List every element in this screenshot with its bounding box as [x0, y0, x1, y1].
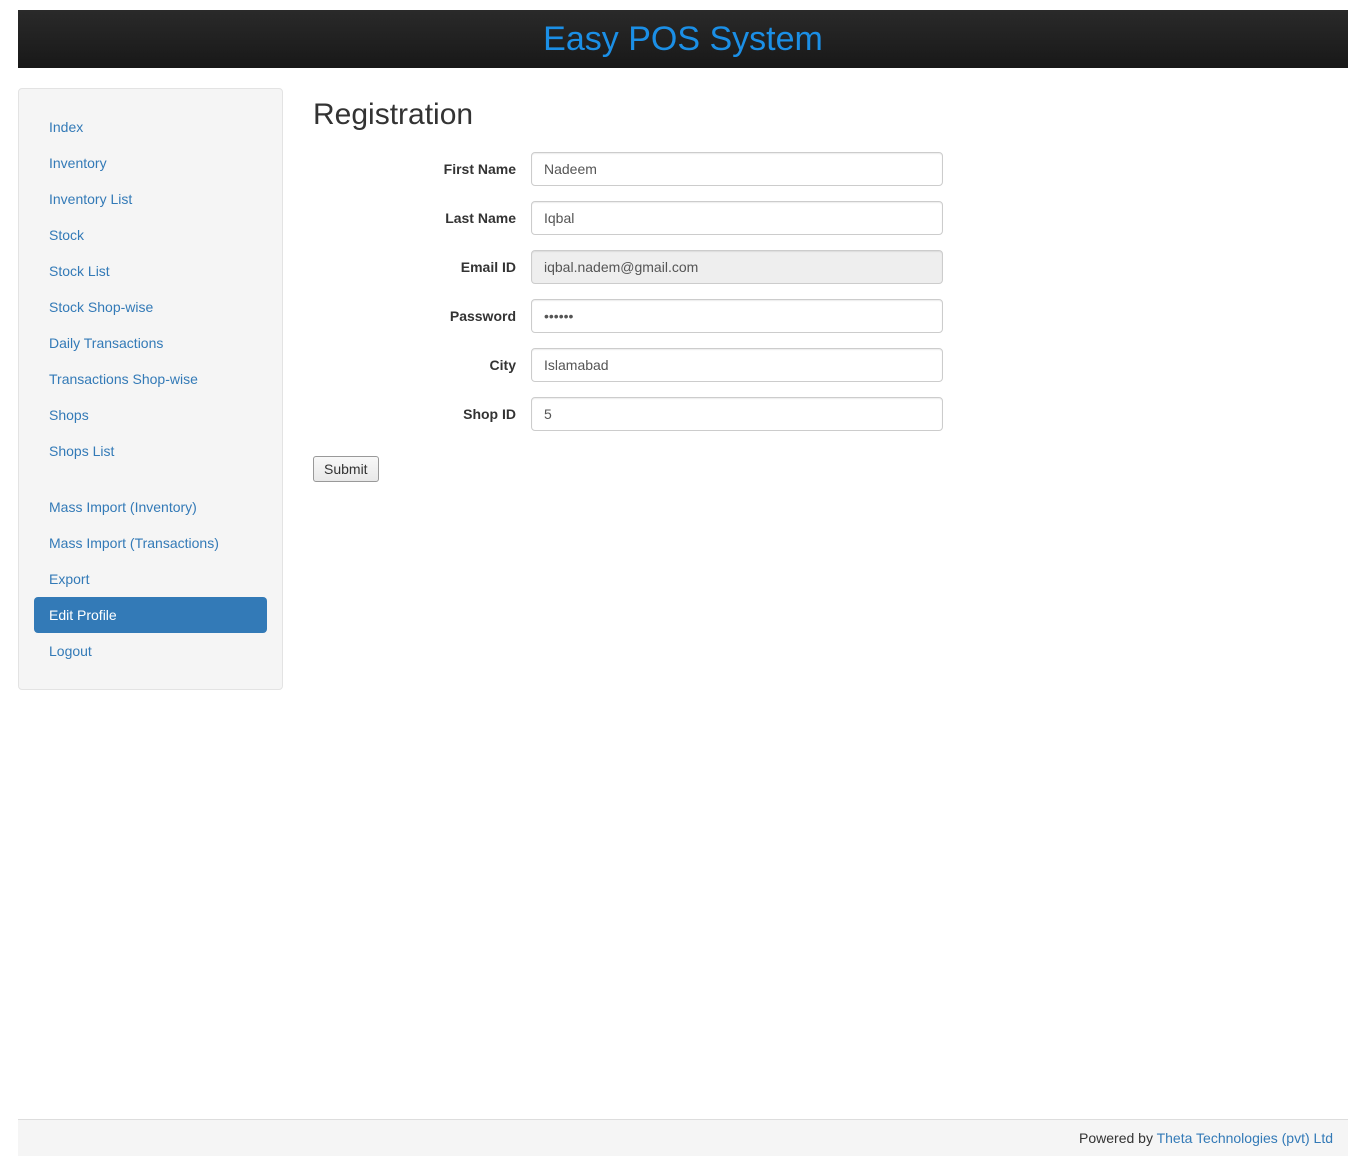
password-input[interactable] [531, 299, 943, 333]
sidebar-item-inventory-list[interactable]: Inventory List [34, 181, 267, 217]
shop-id-label: Shop ID [341, 406, 531, 422]
sidebar-item-mass-import-inventory[interactable]: Mass Import (Inventory) [34, 489, 267, 525]
footer-text: Powered by [1079, 1130, 1157, 1146]
email-label: Email ID [341, 259, 531, 275]
last-name-label: Last Name [341, 210, 531, 226]
footer-company-link[interactable]: Theta Technologies (pvt) Ltd [1157, 1130, 1333, 1146]
city-label: City [341, 357, 531, 373]
sidebar-item-export[interactable]: Export [34, 561, 267, 597]
first-name-input[interactable] [531, 152, 943, 186]
sidebar-item-transactions-shopwise[interactable]: Transactions Shop-wise [34, 361, 267, 397]
sidebar: Index Inventory Inventory List Stock Sto… [18, 88, 283, 690]
sidebar-item-stock-list[interactable]: Stock List [34, 253, 267, 289]
sidebar-item-index[interactable]: Index [34, 109, 267, 145]
sidebar-item-stock[interactable]: Stock [34, 217, 267, 253]
shop-id-input[interactable] [531, 397, 943, 431]
footer: Powered by Theta Technologies (pvt) Ltd [18, 1119, 1348, 1156]
header: Easy POS System [18, 10, 1348, 68]
sidebar-item-shops-list[interactable]: Shops List [34, 433, 267, 469]
page-title: Registration [313, 98, 1328, 132]
sidebar-item-stock-shopwise[interactable]: Stock Shop-wise [34, 289, 267, 325]
main-content: Registration First Name Last Name Email … [313, 88, 1348, 482]
email-input [531, 250, 943, 284]
first-name-label: First Name [341, 161, 531, 177]
submit-button[interactable]: Submit [313, 456, 379, 482]
city-input[interactable] [531, 348, 943, 382]
sidebar-item-daily-transactions[interactable]: Daily Transactions [34, 325, 267, 361]
last-name-input[interactable] [531, 201, 943, 235]
password-label: Password [341, 308, 531, 324]
sidebar-item-inventory[interactable]: Inventory [34, 145, 267, 181]
header-title: Easy POS System [543, 20, 823, 59]
sidebar-item-mass-import-transactions[interactable]: Mass Import (Transactions) [34, 525, 267, 561]
sidebar-item-shops[interactable]: Shops [34, 397, 267, 433]
sidebar-item-logout[interactable]: Logout [34, 633, 267, 669]
sidebar-item-edit-profile[interactable]: Edit Profile [34, 597, 267, 633]
